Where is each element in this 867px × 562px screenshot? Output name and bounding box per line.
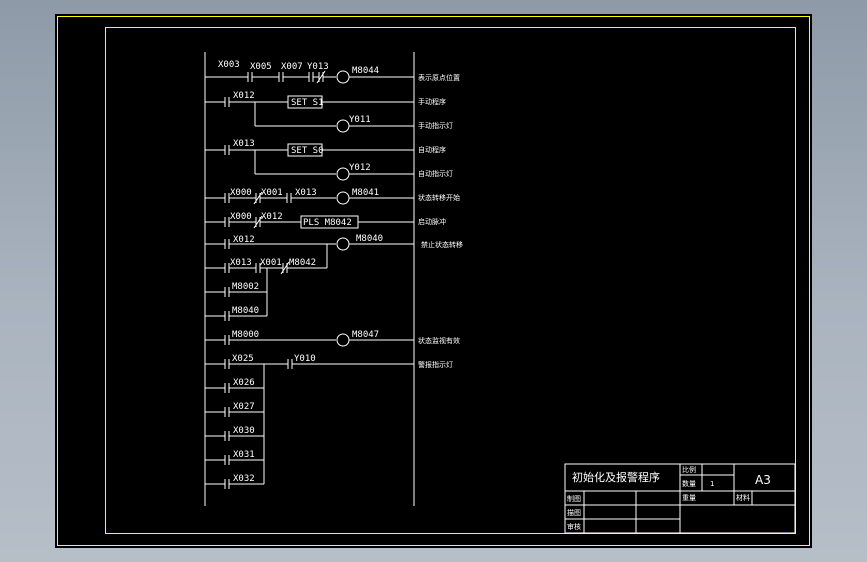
rung-4: X000 X001 X013 M8041 状态转移开始	[205, 188, 460, 205]
contact-label: X013	[233, 139, 255, 149]
rung-7: M8000 M8047 状态监视有效	[205, 330, 460, 347]
coil-label: Y011	[349, 115, 371, 125]
scale-label: 比例	[682, 465, 696, 474]
contact-label: M8040	[232, 306, 259, 316]
contact-label: X031	[233, 450, 255, 460]
contact-label: X027	[233, 402, 255, 412]
contact-label: M8002	[232, 282, 259, 292]
set-instruction: SET S0	[291, 146, 324, 156]
quantity-value: 1	[710, 480, 714, 488]
contact-label: X001	[261, 188, 283, 198]
contact-label: X032	[233, 474, 255, 484]
contact-label: X012	[233, 91, 255, 101]
contact-label: X000	[230, 212, 252, 222]
rung-comment: 状态监视有效	[418, 336, 460, 345]
description-label: 描图	[567, 508, 581, 517]
contact-label: Y013	[307, 62, 329, 72]
contact-label: X012	[261, 212, 283, 222]
contact-label: X003	[218, 60, 240, 70]
coil-label: M8047	[352, 330, 379, 340]
rung-1: X003 X005 X007 Y013 M8044 表示原点位置	[205, 60, 460, 84]
rung-8: X025 Y010 警报指示灯 X026 X027 X030 X031 X032	[205, 354, 453, 489]
drawn-label: 制图	[567, 494, 581, 503]
drawing-title: 初始化及报警程序	[572, 470, 660, 484]
rung-5: X000 X012 PLS M8042 启动脉冲	[205, 212, 446, 229]
contact-label: X030	[233, 426, 255, 436]
rung-comment: 禁止状态转移	[421, 240, 463, 249]
sheet-size: A3	[755, 473, 771, 487]
rung-comment: 手动程序	[418, 97, 446, 106]
rung-comment: 表示原点位置	[418, 73, 460, 82]
title-block: 初始化及报警程序 比例 数量 1 A3 重量 材料 制图 描图 审核	[564, 463, 796, 534]
rung-comment: 警报指示灯	[418, 360, 453, 369]
contact-label: X007	[281, 62, 303, 72]
rung-3: X013 SET S0 自动程序 Y012 自动指示灯	[205, 139, 453, 181]
coil-label: M8044	[352, 66, 379, 76]
rung-comment: 自动指示灯	[418, 169, 453, 178]
contact-label: Y010	[294, 354, 316, 364]
contact-label: X025	[232, 354, 254, 364]
rung-6: X012 M8040 禁止状态转移 X013 X001 M8042 M8002 …	[205, 234, 463, 321]
material-label: 材料	[736, 493, 750, 502]
review-label: 审核	[567, 522, 581, 531]
contact-label: M8000	[232, 330, 259, 340]
cad-viewport[interactable]: X003 X005 X007 Y013 M8044 表示原点位置 X012 SE…	[55, 14, 812, 548]
contact-label: X026	[233, 378, 255, 388]
set-instruction: SET S1	[291, 98, 324, 108]
contact-label: M8042	[289, 258, 316, 268]
outer-frame	[57, 16, 810, 546]
rung-2: X012 SET S1 手动程序 Y011 手动指示灯	[205, 91, 453, 133]
pls-instruction: PLS M8042	[303, 218, 352, 228]
ladder-diagram-drawing: X003 X005 X007 Y013 M8044 表示原点位置 X012 SE…	[57, 16, 810, 546]
contact-label: X013	[230, 258, 252, 268]
contact-label: X000	[230, 188, 252, 198]
contact-label: X005	[250, 62, 272, 72]
rung-comment: 状态转移开始	[418, 193, 460, 202]
contact-label: X001	[260, 258, 282, 268]
contact-label: X012	[233, 235, 255, 245]
weight-label: 重量	[682, 494, 696, 502]
coil-label: M8040	[356, 234, 383, 244]
coil-label: M8041	[352, 188, 379, 198]
quantity-label: 数量	[682, 479, 696, 488]
contact-label: X013	[295, 188, 317, 198]
rung-comment: 手动指示灯	[418, 121, 453, 130]
rung-comment: 自动程序	[418, 145, 446, 154]
rung-comment: 启动脉冲	[418, 217, 446, 226]
coil-label: Y012	[349, 163, 371, 173]
inner-frame	[105, 27, 796, 534]
